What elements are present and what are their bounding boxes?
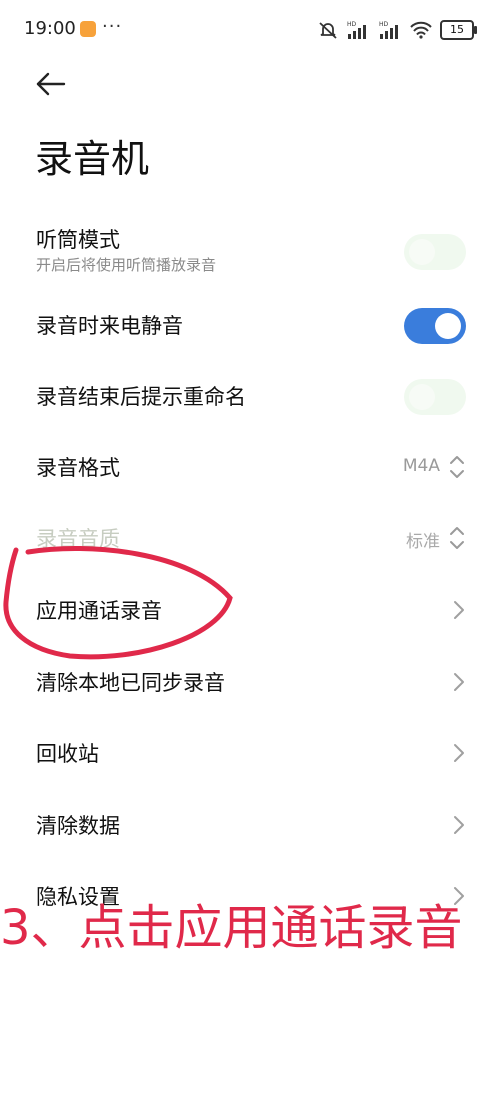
page-title: 录音机 (35, 137, 150, 181)
setting-recording-format[interactable]: 录音格式 M4A (0, 432, 500, 502)
setting-subtitle: 开启后将使用听筒播放录音 (36, 256, 217, 274)
more-notifications-icon: ··· (102, 16, 123, 37)
setting-mute-calls[interactable]: 录音时来电静音 (0, 290, 500, 360)
back-button[interactable] (30, 64, 70, 104)
signal-2-icon: HD (379, 21, 398, 39)
signal-1-icon: HD (347, 21, 366, 39)
toggle-knob (409, 239, 435, 265)
setting-earpiece-mode[interactable]: 听筒模式 开启后将使用听筒播放录音 (0, 216, 500, 286)
setting-recycle-bin[interactable]: 回收站 (0, 718, 500, 788)
mute-bell-icon (319, 22, 337, 39)
up-down-chevron-icon (450, 527, 464, 549)
svg-text:HD: HD (347, 21, 357, 28)
setting-recording-quality[interactable]: 录音音质 标准 (0, 503, 500, 573)
setting-title: 清除本地已同步录音 (36, 671, 225, 695)
chevron-right-icon (454, 744, 464, 762)
format-value: M4A (402, 456, 440, 476)
setting-title: 听筒模式 (36, 228, 120, 252)
toggle-knob (409, 384, 435, 410)
up-down-chevron-icon (450, 456, 464, 478)
setting-title: 清除数据 (36, 814, 120, 838)
status-bar: 19:00 ··· HD HD 15 (0, 0, 500, 58)
battery-icon: 15 (440, 20, 477, 40)
wifi-icon (410, 21, 432, 39)
chevron-right-icon (454, 673, 464, 691)
mute-calls-toggle[interactable] (404, 308, 466, 344)
back-arrow-icon (36, 72, 66, 96)
setting-call-recording[interactable]: 应用通话录音 (0, 575, 500, 645)
setting-title: 应用通话录音 (36, 599, 162, 623)
instruction-overlay: 3、点击应用通话录音 (0, 900, 463, 956)
earpiece-mode-toggle[interactable] (404, 234, 466, 270)
chevron-right-icon (454, 816, 464, 834)
chevron-right-icon (454, 601, 464, 619)
svg-text:HD: HD (379, 21, 389, 28)
setting-rename-prompt[interactable]: 录音结束后提示重命名 (0, 361, 500, 431)
setting-clear-data[interactable]: 清除数据 (0, 790, 500, 860)
quality-value: 标准 (406, 532, 440, 552)
setting-clear-synced[interactable]: 清除本地已同步录音 (0, 647, 500, 717)
setting-title: 录音格式 (36, 456, 120, 480)
status-time: 19:00 (24, 18, 76, 39)
setting-title: 录音音质 (36, 527, 120, 551)
toggle-knob (435, 313, 461, 339)
setting-title: 录音时来电静音 (36, 314, 183, 338)
rename-prompt-toggle[interactable] (404, 379, 466, 415)
setting-title: 录音结束后提示重命名 (36, 385, 246, 409)
setting-title: 回收站 (36, 742, 99, 766)
status-right-group: HD HD 15 (318, 18, 477, 42)
app-notification-icon (80, 21, 96, 37)
